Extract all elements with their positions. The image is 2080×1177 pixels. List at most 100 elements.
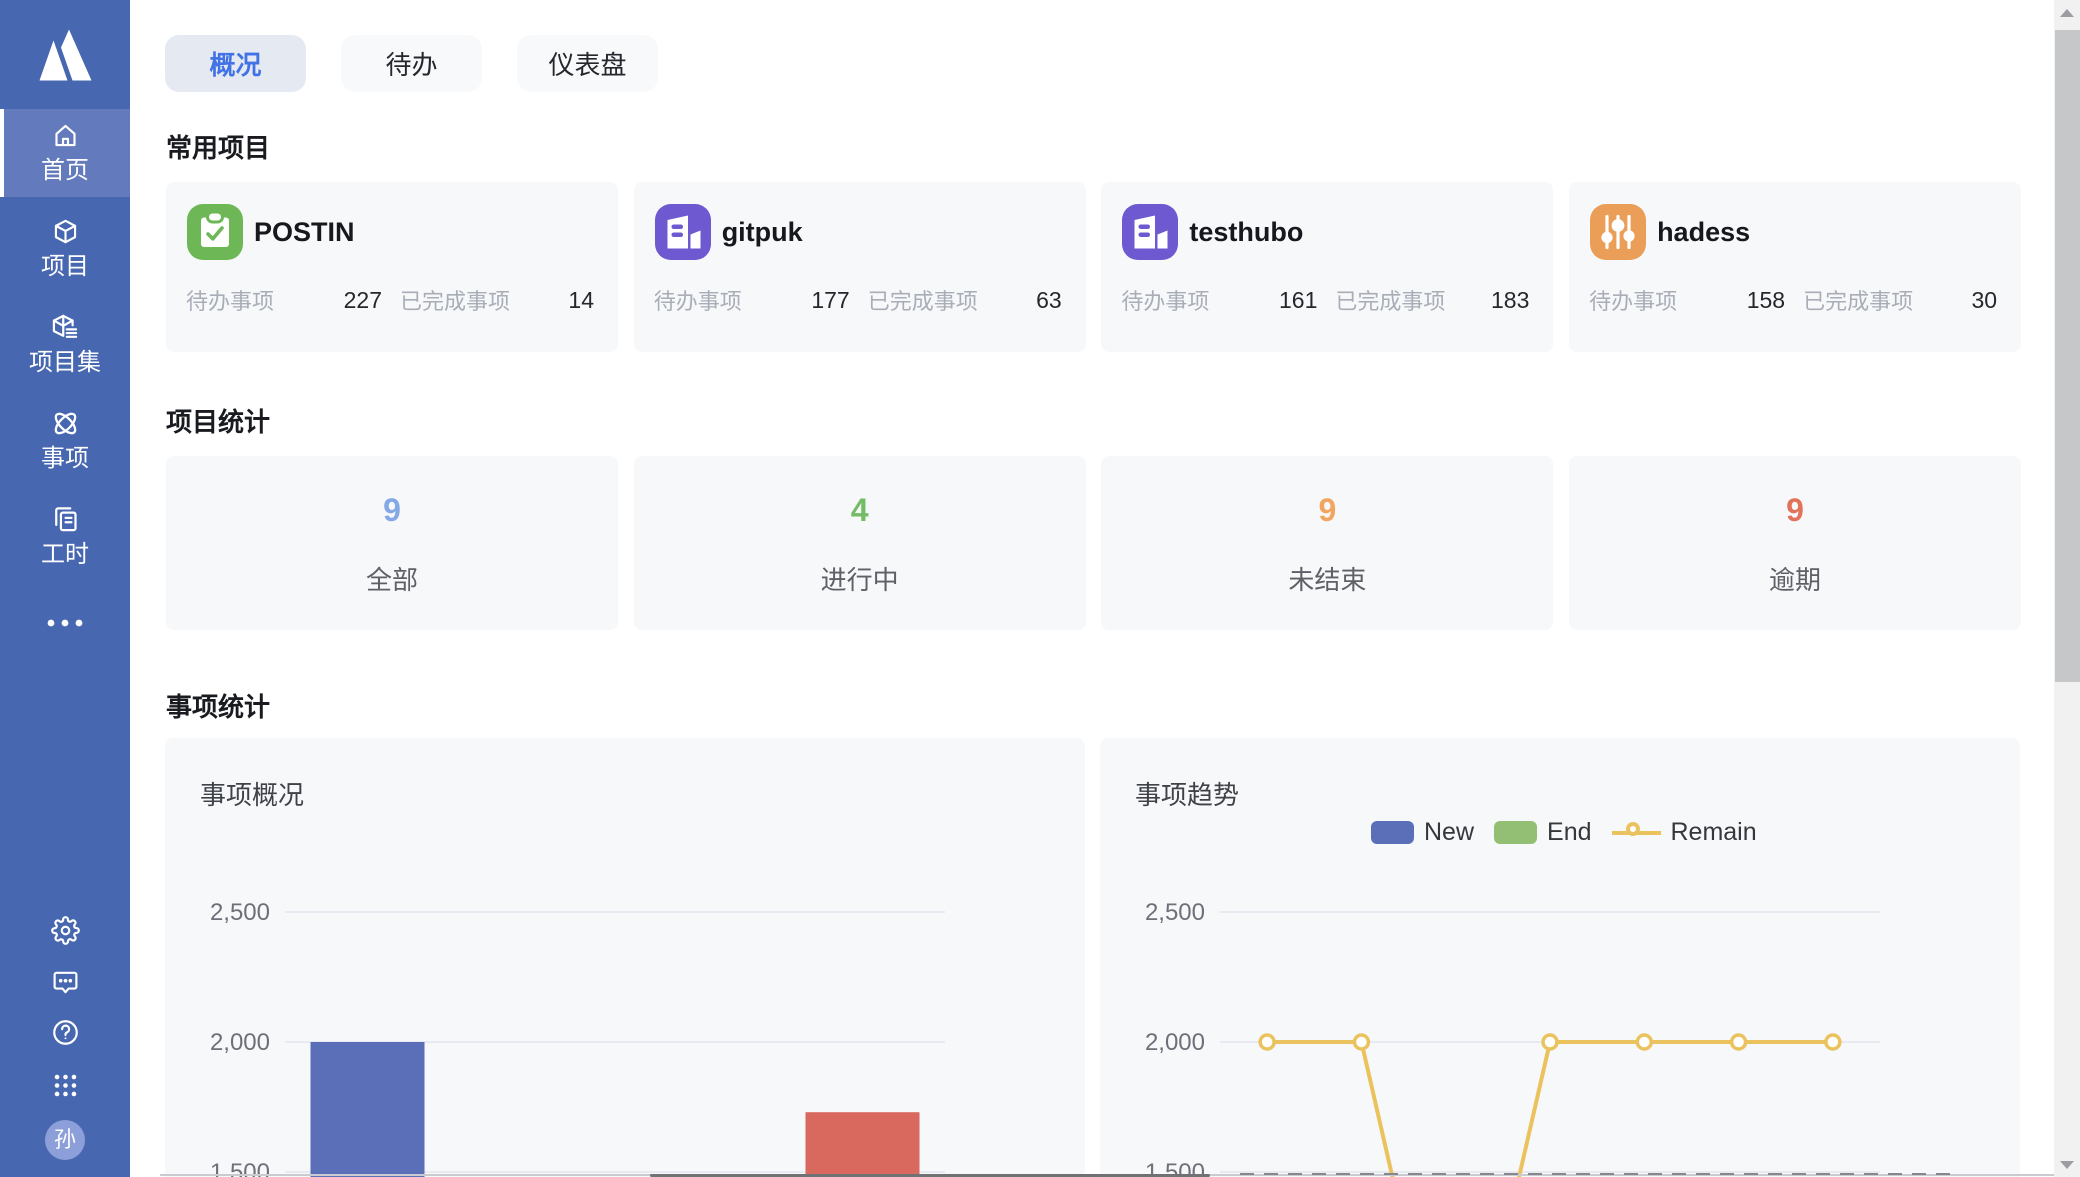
tab-todo[interactable]: 待办 [341,35,482,92]
stat-value: 9 [1569,492,2021,529]
scroll-up-arrow-icon[interactable] [2060,9,2074,17]
done-value: 63 [1036,287,1062,314]
stat-pair: 待办事项 158 [1589,284,1785,316]
section-title-project-stats: 项目统计 [166,402,270,439]
section-title-issue-stats: 事项统计 [166,687,270,724]
todo-label: 待办事项 [654,284,742,316]
home-icon [0,119,130,151]
stat-label: 逾期 [1569,560,2021,597]
tab-dashboard[interactable]: 仪表盘 [517,35,658,92]
stat-card-all[interactable]: 9 全部 [166,456,618,630]
settings-button[interactable] [0,916,130,945]
todo-value: 161 [1279,287,1317,314]
section-title-projects: 常用项目 [166,128,270,165]
data-point-marker[interactable] [1260,1035,1274,1049]
help-button[interactable] [0,1018,130,1047]
done-label: 已完成事项 [1803,284,1913,316]
stat-card-overdue[interactable]: 9 逾期 [1569,456,2021,630]
tab-overview[interactable]: 概况 [165,35,306,92]
sidebar-item-worktime[interactable]: 工时 [0,493,130,581]
project-card[interactable]: gitpuk 待办事项 177 已完成事项 63 [634,182,1086,352]
app-logo[interactable] [0,0,130,109]
project-card[interactable]: hadess 待办事项 158 已完成事项 30 [1569,182,2021,352]
stat-label: 未结束 [1101,560,1553,597]
issue-overview-chart-card: 事项概况 2,5002,0001,500 [165,738,1085,1177]
todo-label: 待办事项 [186,284,274,316]
project-set-icon [0,311,130,343]
stat-card-ongoing[interactable]: 4 进行中 [634,456,1086,630]
gear-icon [51,916,80,945]
y-axis-tick-label: 2,500 [210,899,270,926]
sidebar: 首页 项目 项目集 事项 [0,0,130,1177]
todo-value: 158 [1747,287,1785,314]
todo-label: 待办事项 [1589,284,1677,316]
vertical-scrollbar[interactable] [2054,0,2080,1177]
done-label: 已完成事项 [1335,284,1445,316]
cube-icon [0,215,130,247]
logo-triangle-large [61,30,92,81]
stat-label: 全部 [166,560,618,597]
sidebar-item-home[interactable]: 首页 [0,109,130,197]
done-value: 183 [1491,287,1529,314]
data-point-marker[interactable] [1826,1035,1840,1049]
project-card-stats: 待办事项 177 已完成事项 63 [654,284,1062,316]
data-point-marker[interactable] [1354,1035,1368,1049]
sidebar-item-label: 工时 [0,540,130,570]
data-point-marker[interactable] [1732,1035,1746,1049]
sidebar-item-project-set[interactable]: 项目集 [0,301,130,389]
sidebar-item-label: 事项 [0,444,130,474]
stat-pair: 已完成事项 63 [868,284,1062,316]
apps-button[interactable] [0,1071,130,1100]
help-icon [51,1018,80,1047]
y-axis-tick-label: 2,500 [1145,899,1205,926]
stat-pair: 待办事项 177 [654,284,850,316]
stat-card-unfinished[interactable]: 9 未结束 [1101,456,1553,630]
sidebar-item-label: 项目 [0,252,130,282]
stat-card-row: 9 全部 4 进行中 9 未结束 9 逾期 [166,456,2021,630]
sidebar-more-button[interactable] [0,616,130,635]
project-card-stats: 待办事项 227 已完成事项 14 [186,284,594,316]
user-avatar[interactable]: 孙 [45,1120,85,1160]
project-card-stats: 待办事项 161 已完成事项 183 [1121,284,1529,316]
y-axis-tick-label: 2,000 [210,1029,270,1056]
issue-trend-chart-card: 事项趋势 New End Remain 2,5002,0001,500 [1100,738,2020,1177]
worktime-icon [0,503,130,535]
bar[interactable] [311,1042,425,1177]
scroll-down-arrow-icon[interactable] [2060,1161,2074,1169]
building-icon [1122,204,1178,260]
todo-label: 待办事项 [1121,284,1209,316]
done-value: 30 [1971,287,1997,314]
done-label: 已完成事项 [868,284,978,316]
todo-value: 177 [811,287,849,314]
building-icon [655,204,711,260]
project-card[interactable]: testhubo 待办事项 161 已完成事项 183 [1101,182,1553,352]
stat-pair: 已完成事项 14 [400,284,594,316]
bar-chart[interactable]: 2,5002,0001,500 [165,738,1085,1177]
stat-pair: 待办事项 227 [186,284,382,316]
project-name: gitpuk [722,204,803,260]
apps-grid-icon [51,1071,80,1100]
done-value: 14 [568,287,594,314]
sidebar-item-project[interactable]: 项目 [0,205,130,293]
stat-value: 9 [1101,492,1553,529]
chart-card-row: 事项概况 2,5002,0001,500 事项趋势 New End Remain [165,738,2020,1177]
feedback-button[interactable] [0,968,130,997]
stat-value: 4 [634,492,1086,529]
stat-pair: 已完成事项 183 [1335,284,1529,316]
todo-value: 227 [344,287,382,314]
stat-pair: 待办事项 161 [1121,284,1317,316]
sidebar-item-issues[interactable]: 事项 [0,397,130,485]
stat-label: 进行中 [634,560,1086,597]
data-point-marker[interactable] [1543,1035,1557,1049]
vertical-scrollbar-thumb[interactable] [2055,30,2080,682]
chat-icon [51,968,80,997]
line-chart[interactable]: 2,5002,0001,500 [1100,738,2020,1177]
data-point-marker[interactable] [1637,1035,1651,1049]
bar[interactable] [806,1112,920,1177]
xaxis-dashed-line [1240,1173,1952,1176]
sidebar-item-label: 项目集 [0,348,130,378]
y-axis-tick-label: 2,000 [1145,1029,1205,1056]
project-card[interactable]: POSTIN 待办事项 227 已完成事项 14 [166,182,618,352]
project-name: hadess [1657,204,1750,260]
sliders-icon [1590,204,1646,260]
